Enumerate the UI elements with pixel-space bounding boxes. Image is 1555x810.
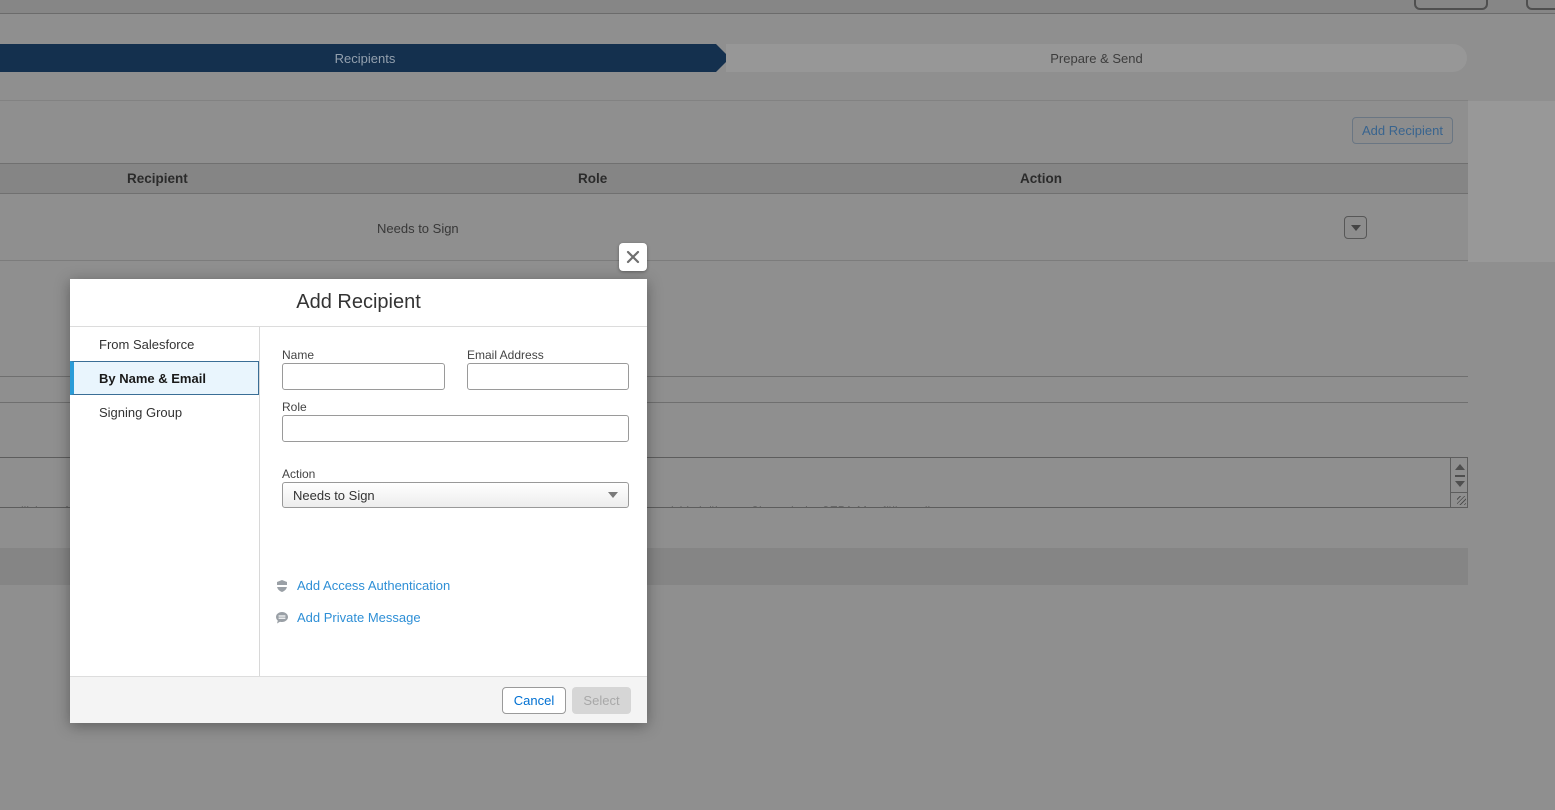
email-label: Email Address (467, 348, 544, 362)
modal-close-button[interactable] (619, 243, 647, 271)
column-header-action: Action (1020, 171, 1062, 186)
action-dropdown-value: Needs to Sign (293, 487, 375, 503)
section-divider (0, 100, 1468, 101)
message-icon (275, 611, 289, 625)
resize-grip-icon (1457, 496, 1466, 505)
clipped-toolbar-button[interactable] (1526, 0, 1555, 10)
action-label: Action (282, 467, 316, 481)
chevron-down-icon (608, 492, 618, 498)
name-label: Name (282, 348, 315, 362)
close-icon (626, 250, 640, 264)
tab-from-salesforce[interactable]: From Salesforce (70, 327, 259, 361)
scroll-up-icon[interactable] (1455, 464, 1465, 470)
modal-sidebar: From Salesforce By Name & Email Signing … (70, 327, 260, 676)
modal-footer: Cancel Select (70, 676, 647, 723)
modal-body: From Salesforce By Name & Email Signing … (70, 327, 647, 676)
resize-handle[interactable] (1451, 492, 1467, 507)
column-header-role: Role (578, 171, 608, 186)
clipped-text-fragment: …ichkeit über … Sie nach der SEPA-M… fül… (659, 504, 942, 507)
role-field[interactable] (282, 415, 629, 442)
select-button[interactable]: Select (572, 687, 631, 714)
wizard-progress-bar: Recipients Prepare & Send (0, 44, 1468, 72)
row-action-menu-button[interactable] (1344, 216, 1367, 239)
link-label: Add Private Message (297, 610, 421, 625)
page-margin (1468, 101, 1555, 262)
wizard-step-label: Recipients (334, 50, 396, 66)
scroll-down-icon[interactable] (1455, 481, 1465, 487)
recipient-role-value: Needs to Sign (377, 221, 459, 236)
wizard-step-label: Prepare & Send (1050, 50, 1143, 66)
add-access-authentication-link[interactable]: Add Access Authentication (275, 578, 450, 593)
scrollbar-thumb[interactable] (1455, 475, 1465, 477)
tab-by-name-email[interactable]: By Name & Email (70, 361, 259, 395)
name-field[interactable] (282, 363, 445, 390)
add-private-message-link[interactable]: Add Private Message (275, 610, 421, 625)
modal-title: Add Recipient (70, 279, 647, 327)
link-label: Add Access Authentication (297, 578, 451, 593)
action-dropdown[interactable]: Needs to Sign (282, 482, 629, 508)
chevron-down-icon (1350, 224, 1361, 231)
add-recipient-button[interactable]: Add Recipient (1352, 117, 1453, 144)
top-toolbar-clipped (0, 0, 1555, 14)
shield-icon (275, 579, 289, 593)
recipients-table-header: Recipient Role Action (0, 163, 1468, 194)
column-header-recipient: Recipient (127, 171, 188, 186)
cancel-button[interactable]: Cancel (502, 687, 566, 714)
tab-signing-group[interactable]: Signing Group (70, 395, 259, 429)
wizard-step-recipients[interactable]: Recipients (0, 44, 730, 72)
table-row: Needs to Sign (0, 194, 1468, 261)
recipient-form: Name Email Address Role Action Needs to … (261, 327, 647, 676)
role-label: Role (282, 400, 307, 414)
wizard-step-prepare-send[interactable]: Prepare & Send (726, 44, 1467, 72)
add-recipient-modal: Add Recipient From Salesforce By Name & … (70, 279, 647, 723)
email-field[interactable] (467, 363, 629, 390)
textarea-scrollbar[interactable] (1450, 458, 1467, 507)
clipped-toolbar-button[interactable] (1414, 0, 1488, 10)
